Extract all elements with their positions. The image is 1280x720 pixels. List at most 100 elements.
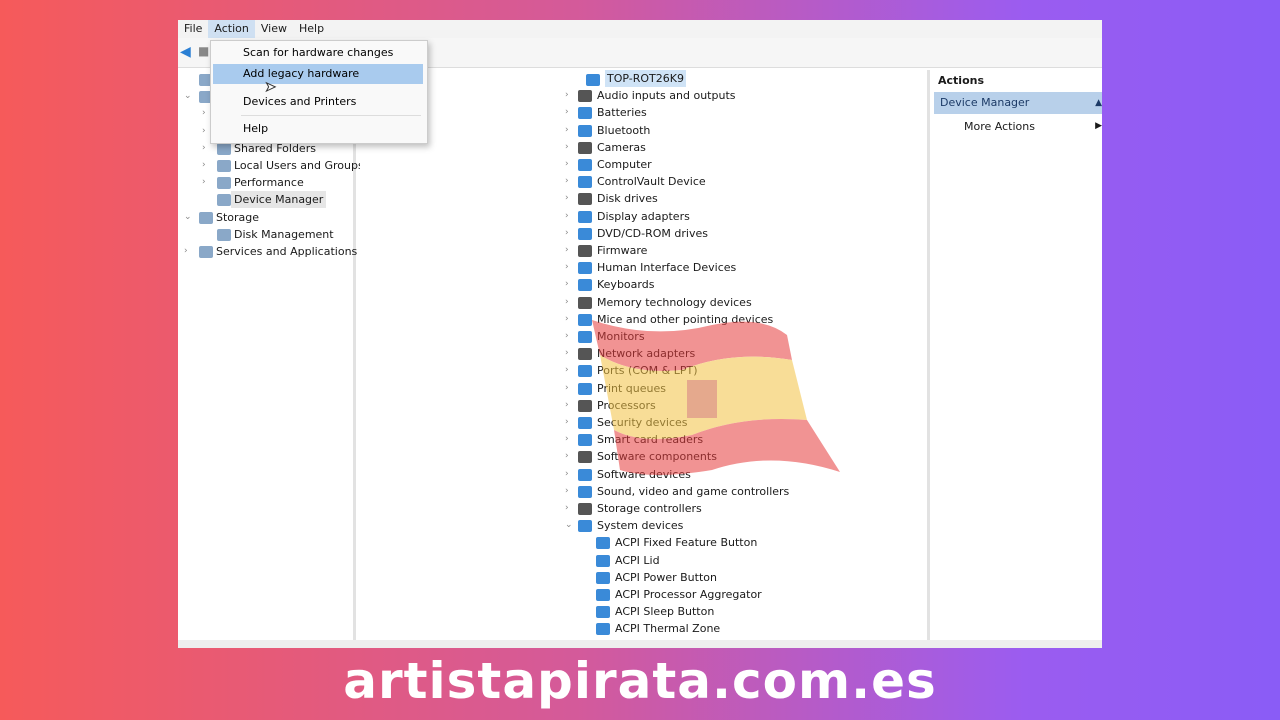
device-category[interactable]: Batteries — [597, 104, 647, 121]
chevron-right-icon[interactable]: › — [565, 400, 569, 410]
system-device-item[interactable]: ACPI Processor Aggregator — [615, 586, 762, 603]
tree-item[interactable]: Performance — [234, 174, 304, 191]
chevron-right-icon[interactable]: › — [202, 160, 206, 170]
chevron-right-icon[interactable]: › — [565, 314, 569, 324]
tree-item-icon — [217, 160, 231, 172]
device-category[interactable]: System devices — [597, 517, 683, 534]
actions-section-device-manager[interactable]: Device Manager ▲ — [934, 92, 1102, 114]
menu-file[interactable]: File — [178, 20, 208, 38]
tree-item[interactable]: Local Users and Groups — [234, 157, 364, 174]
action-menu-dropdown: Scan for hardware changes Add legacy hard… — [210, 40, 428, 144]
device-category[interactable]: Firmware — [597, 242, 647, 259]
chevron-right-icon[interactable]: › — [565, 245, 569, 255]
collapse-icon[interactable]: ▲ — [1095, 92, 1102, 114]
chevron-right-icon[interactable]: › — [202, 108, 206, 118]
dvd-icon — [578, 227, 592, 240]
chevron-right-icon[interactable]: › — [565, 469, 569, 479]
device-category[interactable]: DVD/CD-ROM drives — [597, 225, 708, 242]
menu-view[interactable]: View — [255, 20, 293, 38]
chevron-right-icon[interactable]: › — [565, 297, 569, 307]
menu-item-devices-and-printers[interactable]: Devices and Printers — [213, 92, 423, 112]
chevron-right-icon[interactable]: › — [565, 417, 569, 427]
system-device-item[interactable]: ACPI Sleep Button — [615, 603, 714, 620]
chevron-right-icon[interactable]: › — [565, 125, 569, 135]
device-root[interactable]: TOP-ROT26K9 — [605, 70, 686, 87]
back-icon[interactable]: ◀ — [180, 44, 191, 60]
tree-item[interactable]: Disk Management — [234, 226, 334, 243]
chevron-right-icon[interactable]: › — [565, 262, 569, 272]
disk-icon — [578, 193, 592, 206]
security-icon — [578, 417, 592, 429]
tree-item-icon — [217, 194, 231, 207]
menu-action[interactable]: Action — [208, 20, 255, 38]
bluetooth-icon — [578, 124, 592, 137]
chevron-right-icon[interactable]: › — [565, 211, 569, 221]
actions-pane: Actions Device Manager ▲ More Actions ▶ — [934, 70, 1102, 640]
system-device-item[interactable]: ACPI Thermal Zone — [615, 620, 720, 637]
chevron-right-icon[interactable]: › — [565, 434, 569, 444]
chevron-right-icon[interactable]: › — [565, 331, 569, 341]
device-category[interactable]: Storage controllers — [597, 500, 702, 517]
device-category[interactable]: Sound, video and game controllers — [597, 483, 789, 500]
chevron-right-icon[interactable]: › — [565, 176, 569, 186]
section-label: Device Manager — [940, 96, 1030, 109]
chevron-right-icon[interactable]: › — [565, 383, 569, 393]
port-icon — [578, 365, 592, 378]
sound-icon — [578, 485, 592, 498]
more-actions[interactable]: More Actions ▶ — [964, 118, 1102, 135]
camera-icon — [578, 141, 592, 154]
device-category[interactable]: Keyboards — [597, 276, 654, 293]
menu-item-scan-for-hardware-changes[interactable]: Scan for hardware changes — [213, 43, 423, 63]
tree-item[interactable]: Device Manager — [231, 191, 327, 209]
device-category[interactable]: Cameras — [597, 139, 646, 156]
tree-item-icon — [199, 246, 213, 258]
device-category[interactable]: Memory technology devices — [597, 294, 752, 311]
mouse-cursor-icon: ➤ — [265, 80, 277, 96]
device-category[interactable]: Display adapters — [597, 208, 690, 225]
storage-controller-icon — [578, 503, 592, 515]
chevron-right-icon[interactable]: › — [202, 126, 206, 136]
menu-item-add-legacy-hardware[interactable]: Add legacy hardware — [213, 64, 423, 84]
device-category[interactable]: Human Interface Devices — [597, 259, 736, 276]
chevron-right-icon[interactable]: › — [202, 177, 206, 187]
system-device-item[interactable]: ACPI Fixed Feature Button — [615, 534, 757, 551]
menu-help[interactable]: Help — [293, 20, 330, 38]
tree-item[interactable]: Services and Applications — [216, 243, 357, 260]
keyboard-icon — [578, 279, 592, 292]
speaker-icon — [578, 90, 592, 103]
chevron-right-icon[interactable]: › — [565, 451, 569, 461]
chevron-right-icon[interactable]: › — [565, 142, 569, 152]
chevron-right-icon[interactable]: › — [565, 193, 569, 203]
tree-item-icon — [217, 228, 231, 241]
device-category[interactable]: Audio inputs and outputs — [597, 87, 736, 104]
chevron-right-icon[interactable]: › — [565, 90, 569, 100]
forward-icon[interactable]: ■ — [198, 44, 209, 58]
chevron-right-icon[interactable]: › — [565, 279, 569, 289]
system-device-item[interactable]: ACPI Power Button — [615, 569, 717, 586]
chevron-right-icon[interactable]: › — [202, 143, 206, 153]
menu-item-help[interactable]: Help — [213, 119, 423, 139]
tree-item[interactable]: Storage — [216, 209, 259, 226]
chevron-right-icon[interactable]: › — [565, 486, 569, 496]
system-device-item[interactable]: ACPI Lid — [615, 552, 660, 569]
chevron-right-icon[interactable]: › — [565, 159, 569, 169]
chevron-right-icon[interactable]: › — [565, 107, 569, 117]
chevron-down-icon[interactable]: ⌄ — [565, 520, 573, 530]
device-category[interactable]: Computer — [597, 156, 652, 173]
actions-title: Actions — [938, 74, 984, 87]
chevron-right-icon[interactable]: › — [565, 348, 569, 358]
smartcard-icon — [578, 434, 592, 447]
device-category[interactable]: ControlVault Device — [597, 173, 706, 190]
chevron-right-icon[interactable]: › — [565, 503, 569, 513]
device-category[interactable]: Bluetooth — [597, 122, 650, 139]
chevron-right-icon[interactable]: › — [565, 228, 569, 238]
chevron-down-icon[interactable]: ⌄ — [184, 212, 192, 222]
chevron-right-icon[interactable]: › — [565, 365, 569, 375]
controlvault-icon — [578, 176, 592, 189]
tree-item-icon — [217, 142, 231, 155]
chevron-right-icon[interactable]: › — [184, 246, 188, 256]
device-category[interactable]: Disk drives — [597, 190, 658, 207]
mouse-icon — [578, 313, 592, 326]
more-actions-label: More Actions — [964, 120, 1035, 133]
chevron-down-icon[interactable]: ⌄ — [184, 91, 192, 101]
